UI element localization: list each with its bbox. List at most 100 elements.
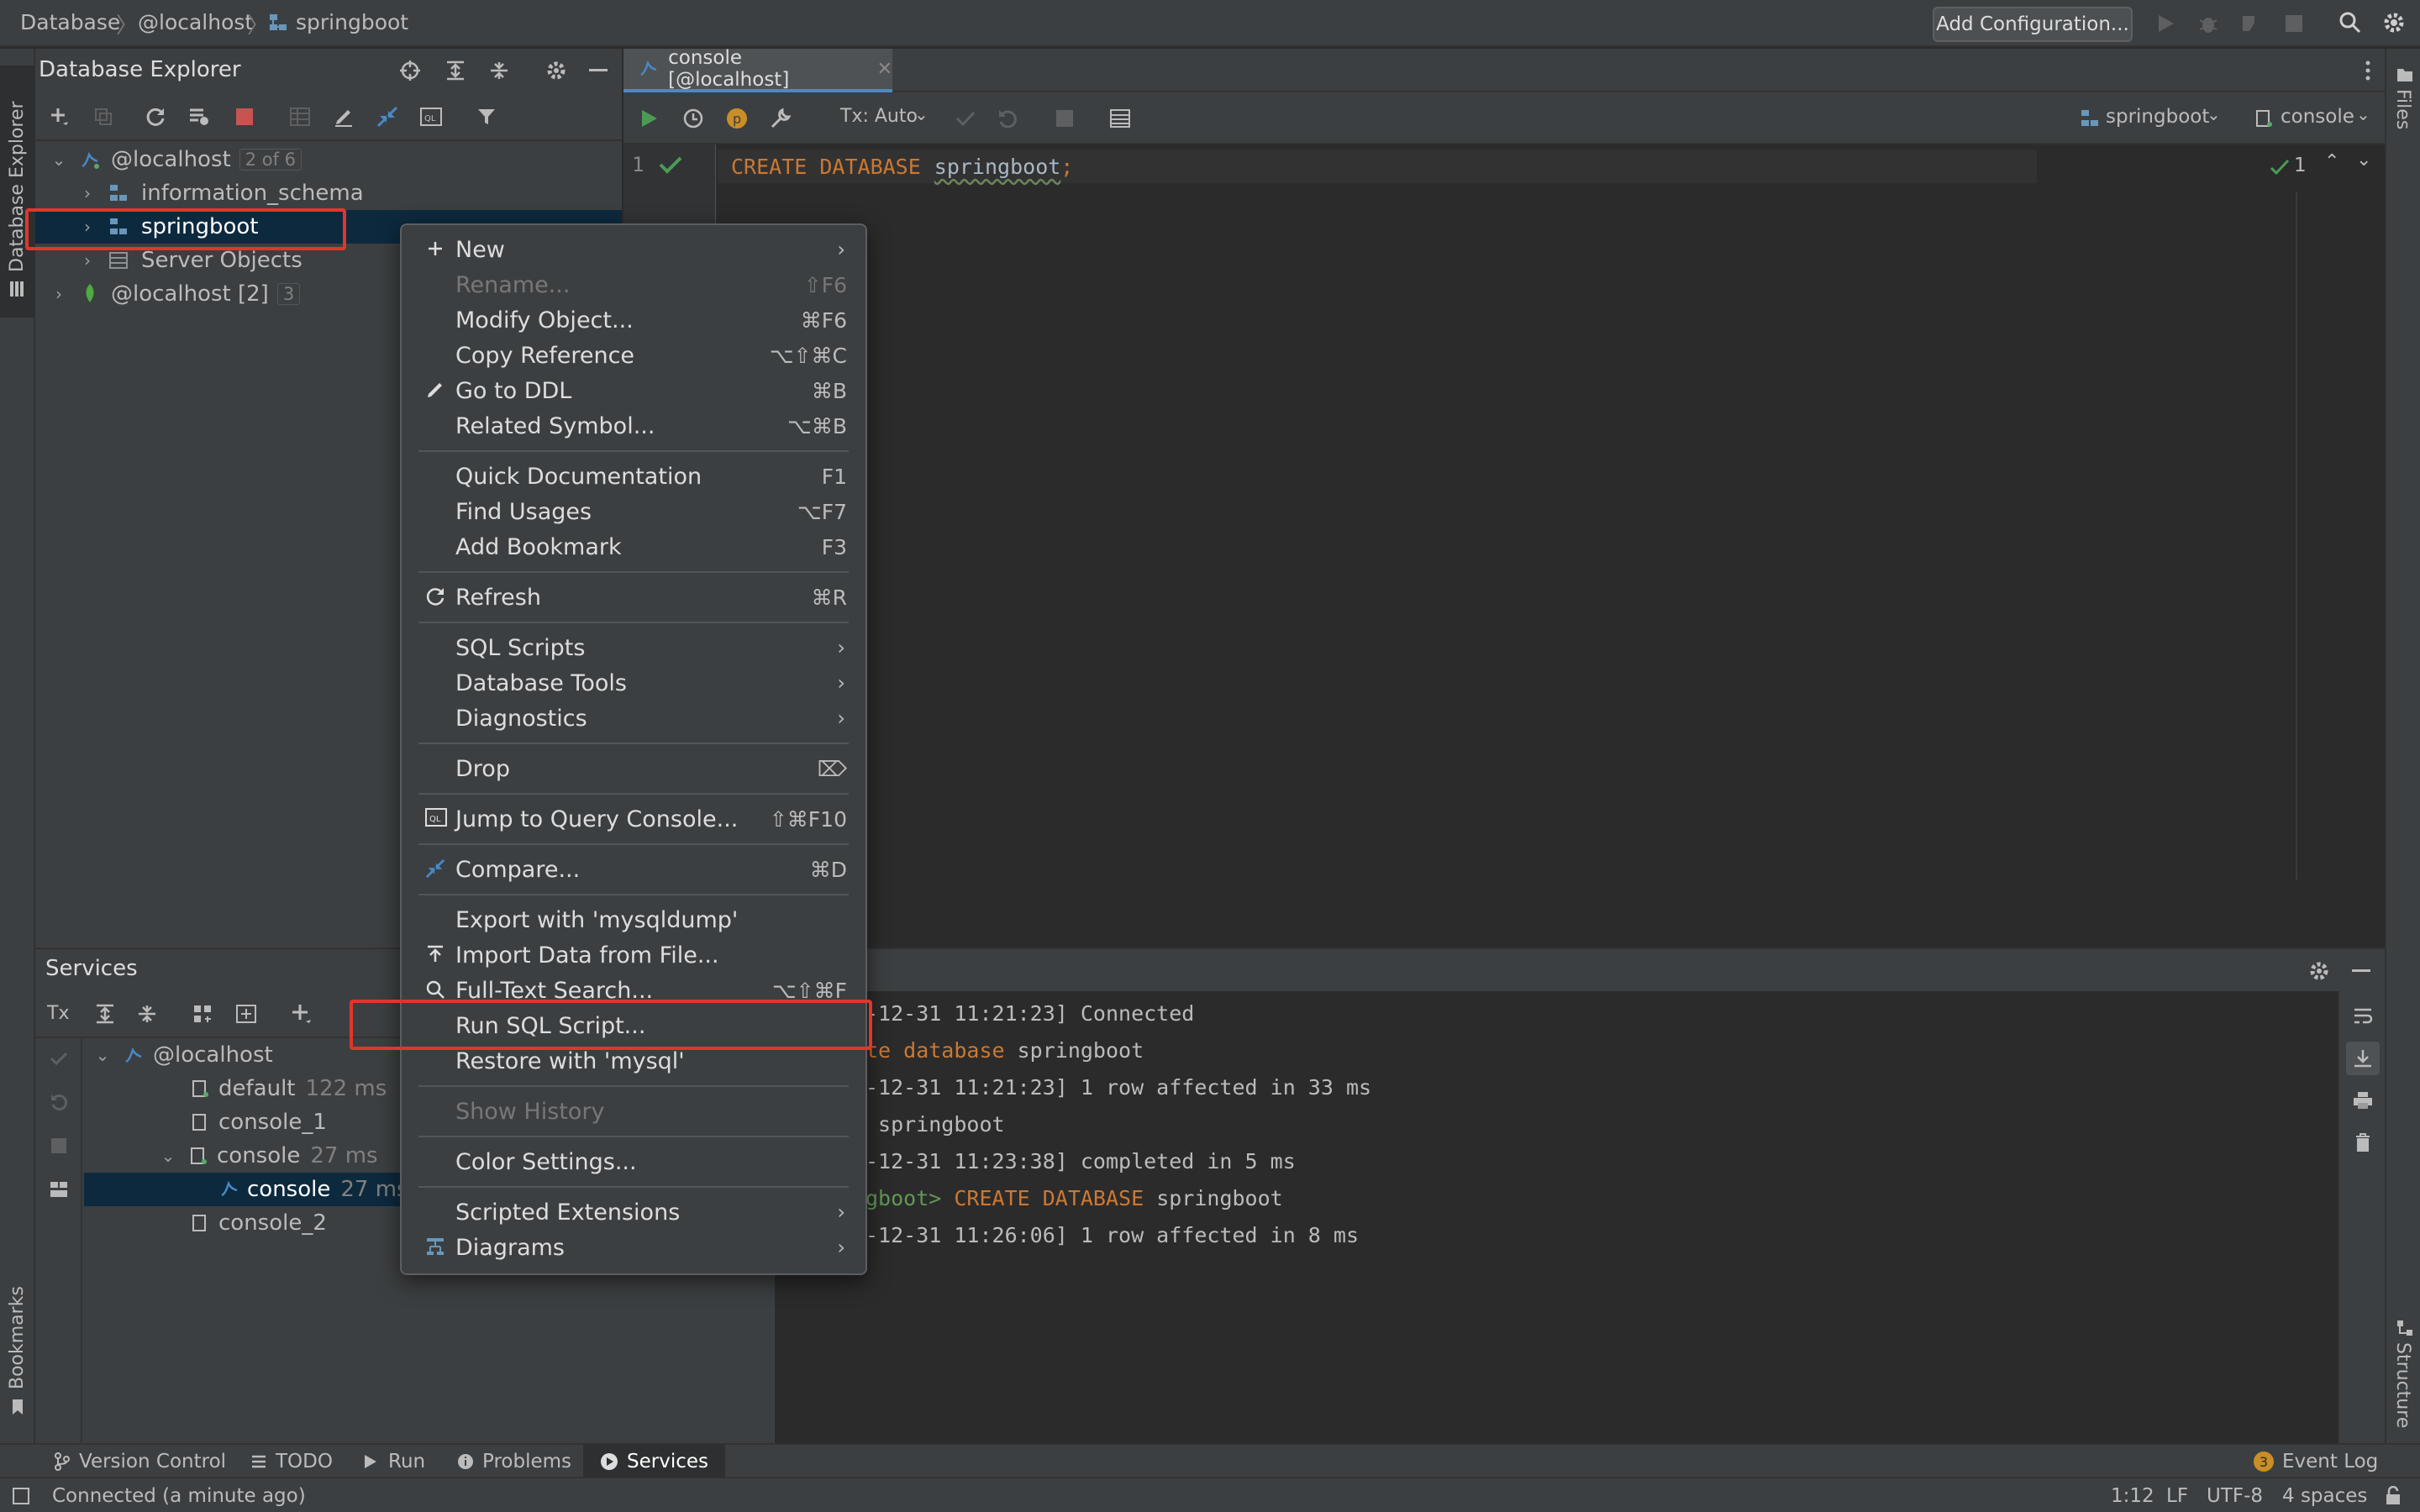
disconnect-icon[interactable] <box>232 104 257 129</box>
profile-icon[interactable]: p <box>724 106 750 131</box>
menu-item-export-mysqldump[interactable]: Export with 'mysqldump' <box>403 902 865 937</box>
chevron-right-icon[interactable]: › <box>50 284 67 304</box>
duplicate-icon[interactable] <box>91 104 116 129</box>
edit-icon[interactable] <box>331 104 356 129</box>
breadcrumb-localhost[interactable]: @localhost <box>138 10 253 34</box>
tool-problems[interactable]: Problems <box>457 1445 571 1478</box>
menu-item-compare[interactable]: Compare... ⌘D <box>403 852 865 887</box>
menu-item-database-tools[interactable]: Database Tools › <box>403 665 865 701</box>
collapse-all-icon[interactable] <box>134 1001 160 1026</box>
minimize-icon[interactable] <box>585 57 612 84</box>
menu-item-find-usages[interactable]: Find Usages ⌥F7 <box>403 494 865 529</box>
chevron-down-icon[interactable]: ⌄ <box>94 1045 111 1065</box>
layout-icon[interactable] <box>47 1178 71 1201</box>
menu-item-related-symbol[interactable]: Related Symbol... ⌥⌘B <box>403 408 865 444</box>
chevron-up-icon[interactable]: ⌃ <box>2324 151 2339 172</box>
bookmark-icon[interactable] <box>8 1396 27 1418</box>
transaction-mode-dropdown[interactable]: Tx: Auto <box>840 106 918 127</box>
stop-icon[interactable] <box>1052 106 1077 131</box>
minimize-icon[interactable] <box>2348 958 2375 984</box>
soft-wrap-icon[interactable] <box>2351 1005 2375 1028</box>
coverage-icon[interactable] <box>2237 10 2264 37</box>
caret-position[interactable]: 1:12 <box>2111 1485 2154 1507</box>
locate-icon[interactable] <box>397 57 424 84</box>
menu-item-color-settings[interactable]: Color Settings... <box>403 1144 865 1179</box>
output-table-icon[interactable] <box>1107 106 1133 131</box>
expand-all-icon[interactable] <box>92 1001 118 1026</box>
session-selector[interactable]: console <box>2281 106 2354 128</box>
stop-icon[interactable] <box>2281 10 2307 37</box>
more-options-icon[interactable] <box>2358 59 2378 82</box>
file-encoding[interactable]: UTF-8 <box>2207 1485 2263 1507</box>
tool-version-control[interactable]: Version Control <box>54 1445 226 1478</box>
stop-icon[interactable] <box>47 1134 71 1158</box>
menu-item-diagrams[interactable]: Diagrams › <box>403 1230 865 1265</box>
close-icon[interactable]: ✕ <box>877 59 892 80</box>
chevron-down-icon[interactable]: ⌄ <box>50 150 67 170</box>
menu-item-add-bookmark[interactable]: Add Bookmark F3 <box>403 529 865 564</box>
rollback-icon[interactable] <box>995 106 1020 131</box>
chevron-down-icon[interactable]: ⌄ <box>2356 104 2370 124</box>
structure-stripe-label[interactable]: Structure <box>2392 1342 2413 1428</box>
indent-setting[interactable]: 4 spaces <box>2282 1485 2367 1507</box>
tree-node-localhost-2[interactable]: › @localhost [2] 3 <box>50 277 301 311</box>
commit-check-icon[interactable] <box>953 106 978 131</box>
group-by-icon[interactable] <box>190 1001 215 1026</box>
add-configuration-button[interactable]: Add Configuration... <box>1933 7 2133 42</box>
settings-gear-icon[interactable] <box>2380 8 2408 37</box>
print-icon[interactable] <box>2351 1089 2375 1112</box>
search-icon[interactable] <box>2336 8 2365 37</box>
menu-item-refresh[interactable]: Refresh ⌘R <box>403 580 865 615</box>
chevron-down-icon[interactable]: ⌄ <box>160 1146 176 1166</box>
folder-icon[interactable] <box>2395 66 2415 84</box>
tool-todo[interactable]: TODO <box>250 1445 333 1478</box>
service-node-console-1[interactable]: console_1 <box>190 1105 327 1139</box>
inspection-ok-icon[interactable] <box>2269 156 2291 178</box>
refresh-icon[interactable] <box>143 104 168 129</box>
trash-icon[interactable] <box>2351 1131 2375 1154</box>
breadcrumb-springboot[interactable]: springboot <box>296 10 408 34</box>
commit-check-icon[interactable] <box>47 1047 71 1070</box>
menu-item-new[interactable]: New › <box>403 232 865 267</box>
menu-item-go-to-ddl[interactable]: Go to DDL ⌘B <box>403 373 865 408</box>
wrench-icon[interactable] <box>768 106 793 131</box>
transaction-icon[interactable]: Tx <box>47 1003 69 1024</box>
bookmarks-stripe-label[interactable]: Bookmarks <box>7 1286 28 1389</box>
menu-item-sql-scripts[interactable]: SQL Scripts › <box>403 630 865 665</box>
tool-services[interactable]: Services <box>583 1445 725 1478</box>
tool-run[interactable]: Run <box>363 1445 425 1478</box>
tab-console[interactable]: console [@localhost] ✕ <box>623 47 892 92</box>
lock-icon[interactable] <box>2383 1485 2403 1507</box>
execute-icon[interactable] <box>637 106 662 131</box>
chevron-right-icon[interactable]: › <box>79 183 96 203</box>
tree-node-information-schema[interactable]: › information_schema <box>79 176 364 210</box>
menu-item-scripted-extensions[interactable]: Scripted Extensions › <box>403 1194 865 1230</box>
schema-settings-icon[interactable] <box>187 104 212 129</box>
chevron-down-icon[interactable]: ⌄ <box>2207 104 2221 124</box>
run-icon[interactable] <box>2153 10 2180 37</box>
menu-item-copy-reference[interactable]: Copy Reference ⌥⇧⌘C <box>403 338 865 373</box>
menu-item-import-data[interactable]: Import Data from File... <box>403 937 865 973</box>
menu-item-jump-to-query-console[interactable]: QL Jump to Query Console... ⇧⌘F10 <box>403 801 865 837</box>
chevron-right-icon[interactable]: › <box>79 250 96 270</box>
output-log[interactable]: -12-31 11:21:23] Connected te database s… <box>775 991 2338 1445</box>
new-tab-icon[interactable] <box>234 1001 259 1026</box>
rollback-icon[interactable] <box>47 1090 71 1114</box>
menu-item-drop[interactable]: Drop ⌦ <box>403 751 865 786</box>
compare-icon[interactable] <box>375 104 400 129</box>
code-line[interactable]: CREATE DATABASE springboot ; <box>718 150 2037 183</box>
gear-icon[interactable] <box>543 57 570 84</box>
line-separator[interactable]: LF <box>2166 1485 2188 1507</box>
service-node-localhost[interactable]: ⌄ @localhost <box>94 1038 273 1072</box>
add-service-icon[interactable] <box>289 1001 314 1026</box>
query-console-icon[interactable]: QL <box>418 104 444 129</box>
service-node-console-child[interactable]: console 27 ms <box>84 1173 429 1206</box>
gear-icon[interactable] <box>2306 958 2333 984</box>
chevron-down-icon[interactable]: ⌄ <box>2356 150 2371 171</box>
database-explorer-stripe-tab[interactable]: Database Explorer <box>0 66 35 318</box>
breadcrumb-database[interactable]: Database <box>20 10 120 34</box>
files-stripe-label[interactable]: Files <box>2392 89 2413 129</box>
schema-selector[interactable]: springboot <box>2106 106 2209 128</box>
menu-item-diagnostics[interactable]: Diagnostics › <box>403 701 865 736</box>
table-icon[interactable] <box>287 104 313 129</box>
